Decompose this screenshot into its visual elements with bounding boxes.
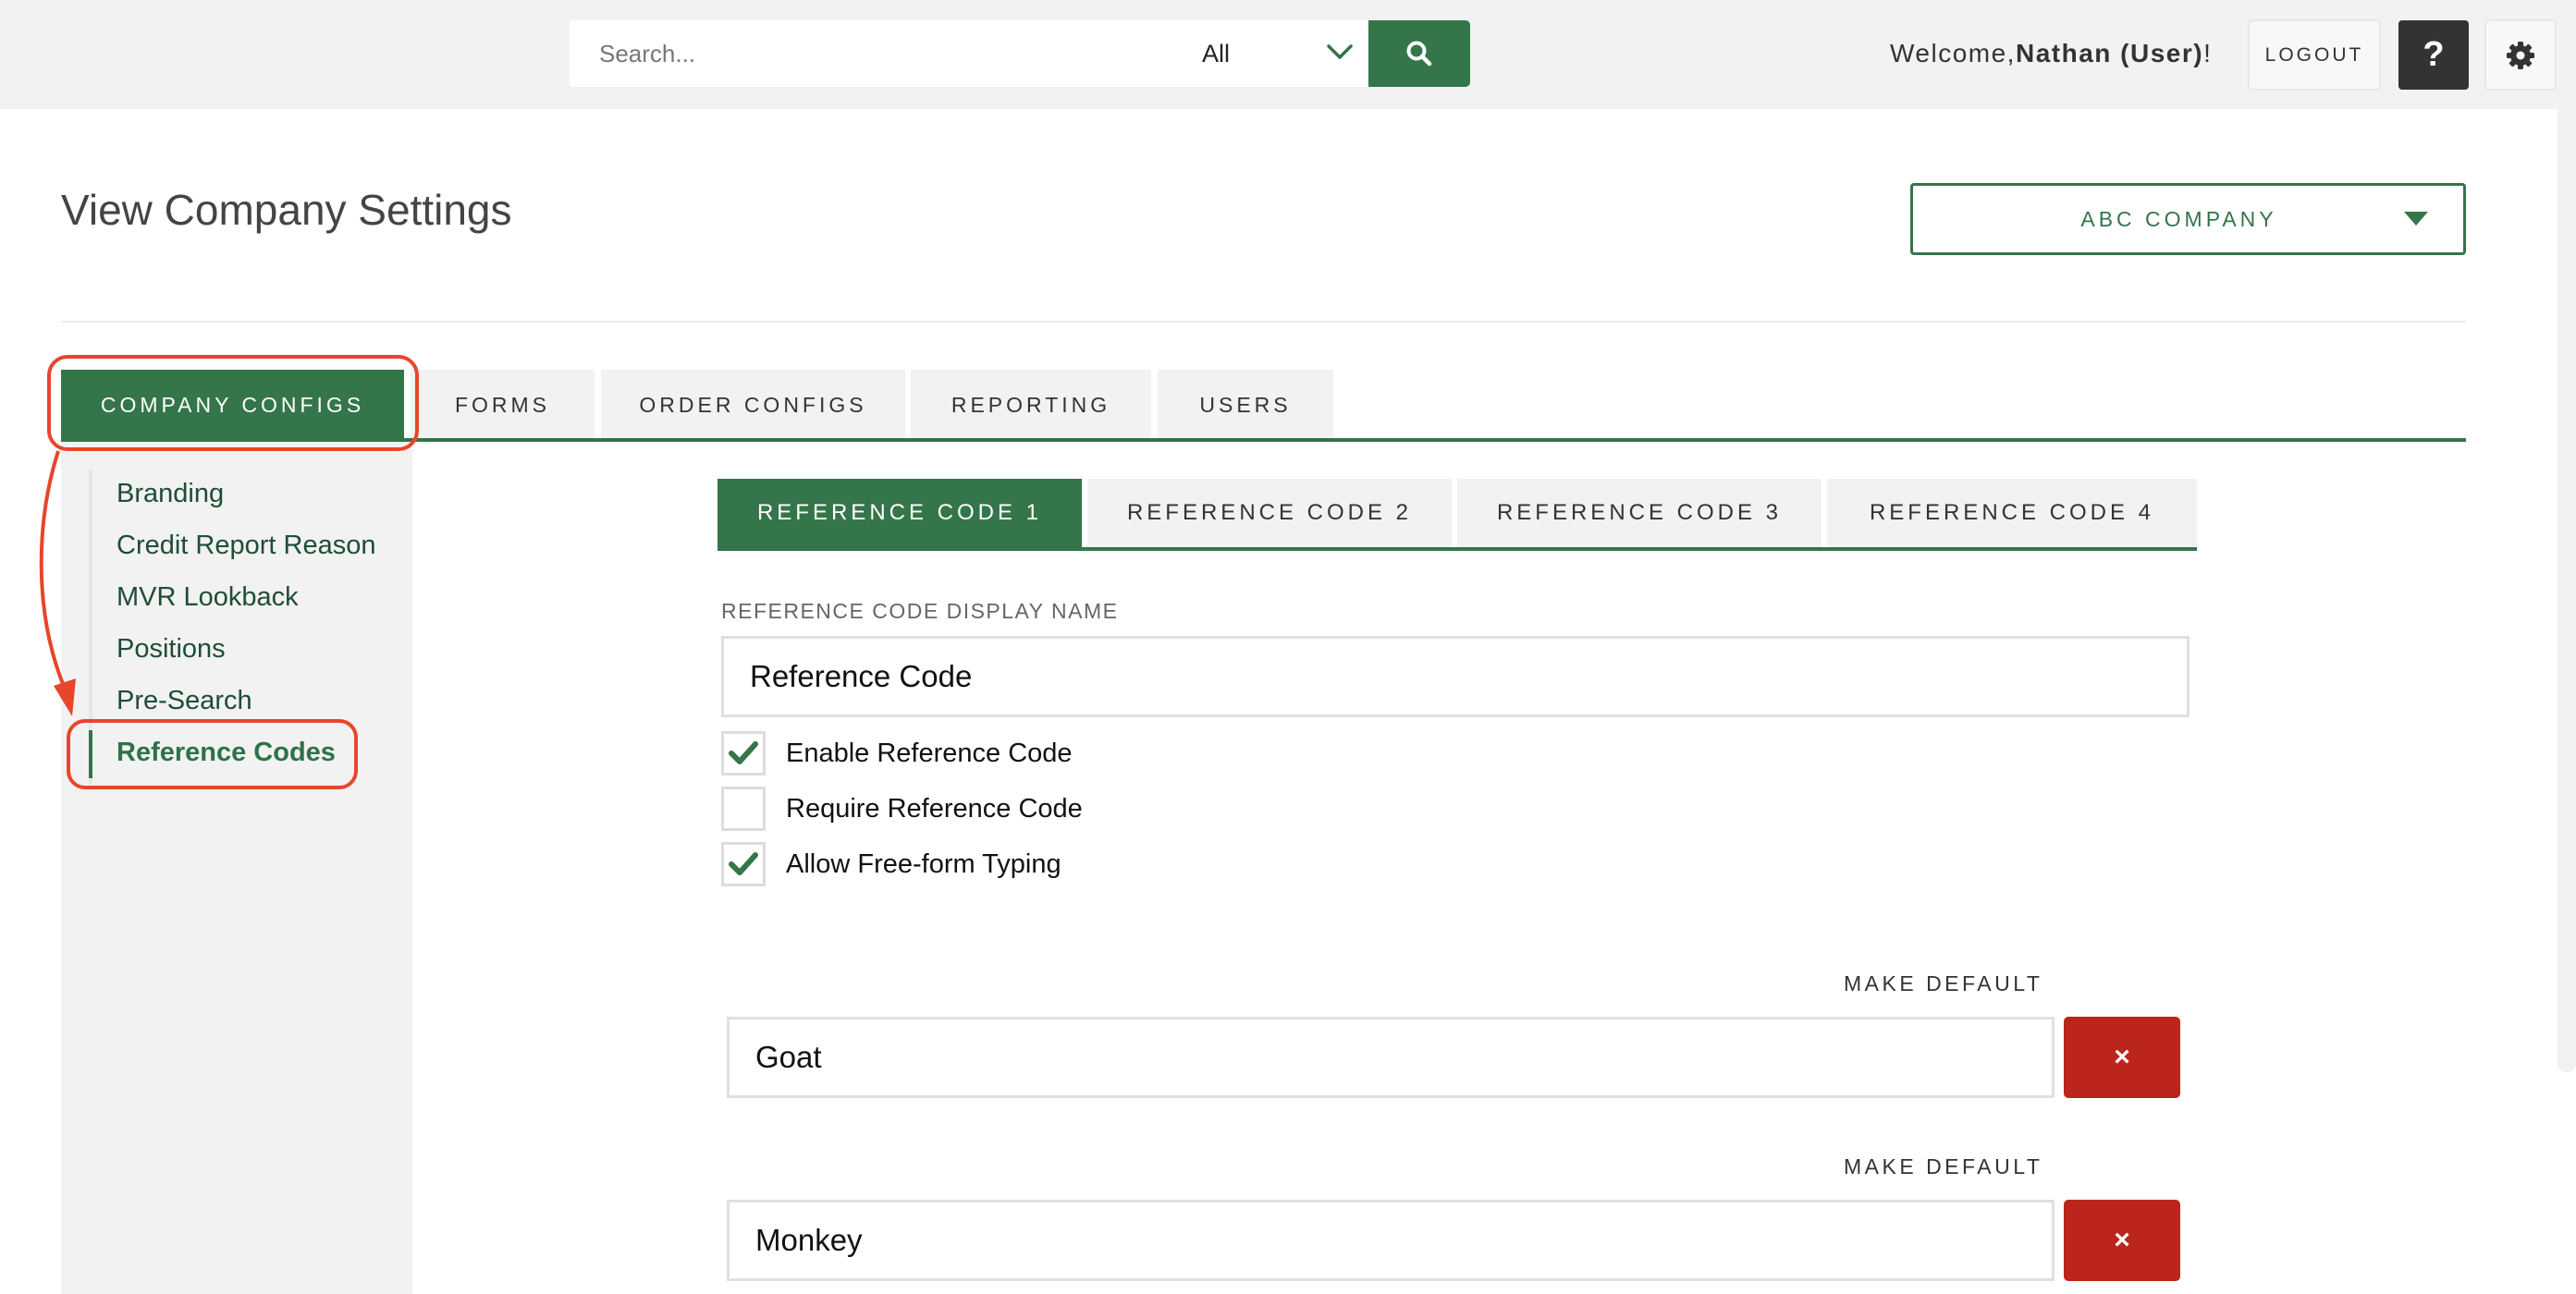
annotation-arrow-icon xyxy=(39,450,76,716)
gear-icon xyxy=(2507,41,2534,69)
scrollbar[interactable] xyxy=(2558,99,2576,1072)
annotation-highlight-company-configs xyxy=(47,355,419,451)
tabs-underline xyxy=(61,438,2466,442)
remove-code-button[interactable]: × xyxy=(2064,1200,2180,1281)
help-button[interactable]: ? xyxy=(2398,20,2469,90)
display-name-input[interactable] xyxy=(721,636,2190,717)
sidebar-item-mvr-lookback[interactable]: MVR Lookback xyxy=(117,571,299,623)
display-name-label: REFERENCE CODE DISPLAY NAME xyxy=(721,599,1119,623)
require-reference-code-label: Require Reference Code xyxy=(786,793,1083,824)
search-scope-value[interactable]: All xyxy=(1202,20,1230,87)
welcome-message: Welcome,Nathan (User)! xyxy=(1890,0,2212,109)
subtab-reference-code-3[interactable]: REFERENCE CODE 3 xyxy=(1457,479,1822,547)
company-select-value: ABC COMPANY xyxy=(2080,207,2277,231)
checkbox-row-enable: Enable Reference Code xyxy=(721,730,1073,776)
search-bar: All xyxy=(570,20,1368,87)
allow-free-form-checkbox[interactable] xyxy=(721,842,766,886)
subtab-reference-code-1[interactable]: REFERENCE CODE 1 xyxy=(718,479,1082,547)
tab-order-configs[interactable]: ORDER CONFIGS xyxy=(601,370,905,440)
make-default-link[interactable]: MAKE DEFAULT xyxy=(1844,971,2042,996)
tab-forms[interactable]: FORMS xyxy=(411,370,595,440)
enable-reference-code-checkbox[interactable] xyxy=(721,731,766,775)
search-button[interactable] xyxy=(1368,20,1470,87)
user-name: Nathan (User) xyxy=(2015,39,2204,67)
welcome-prefix: Welcome, xyxy=(1890,39,2016,67)
logout-button[interactable]: LOGOUT xyxy=(2248,19,2381,91)
sidebar-item-credit-report-reason[interactable]: Credit Report Reason xyxy=(117,519,375,571)
help-icon: ? xyxy=(2423,35,2445,74)
close-icon: × xyxy=(2114,1225,2130,1255)
checkbox-row-free-form: Allow Free-form Typing xyxy=(721,841,1061,887)
subtab-reference-code-2[interactable]: REFERENCE CODE 2 xyxy=(1087,479,1452,547)
annotation-highlight-reference-codes xyxy=(67,719,358,789)
subtab-reference-code-4[interactable]: REFERENCE CODE 4 xyxy=(1827,479,2197,547)
welcome-suffix: ! xyxy=(2203,39,2213,67)
divider xyxy=(61,321,2466,323)
enable-reference-code-label: Enable Reference Code xyxy=(786,738,1073,768)
page-title: View Company Settings xyxy=(61,186,512,234)
checkmark-icon xyxy=(729,741,758,764)
tab-users[interactable]: USERS xyxy=(1158,370,1333,440)
close-icon: × xyxy=(2114,1042,2130,1072)
code-value-input[interactable] xyxy=(727,1017,2055,1098)
settings-button[interactable] xyxy=(2484,19,2557,91)
checkbox-row-require: Require Reference Code xyxy=(721,786,1083,832)
caret-down-icon xyxy=(2404,212,2428,226)
require-reference-code-checkbox[interactable] xyxy=(721,787,766,831)
search-input[interactable] xyxy=(570,20,1143,87)
chevron-down-icon[interactable] xyxy=(1326,41,1354,63)
subtabs-underline xyxy=(718,547,2197,551)
search-icon xyxy=(1406,41,1432,67)
code-value-input[interactable] xyxy=(727,1200,2055,1281)
allow-free-form-label: Allow Free-form Typing xyxy=(786,848,1061,879)
tab-reporting[interactable]: REPORTING xyxy=(911,370,1151,440)
sidebar-item-branding[interactable]: Branding xyxy=(117,468,224,519)
company-select[interactable]: ABC COMPANY xyxy=(1910,183,2466,255)
make-default-link[interactable]: MAKE DEFAULT xyxy=(1844,1154,2042,1179)
checkmark-icon xyxy=(729,852,758,875)
sidebar-item-positions[interactable]: Positions xyxy=(117,623,226,675)
remove-code-button[interactable]: × xyxy=(2064,1017,2180,1098)
